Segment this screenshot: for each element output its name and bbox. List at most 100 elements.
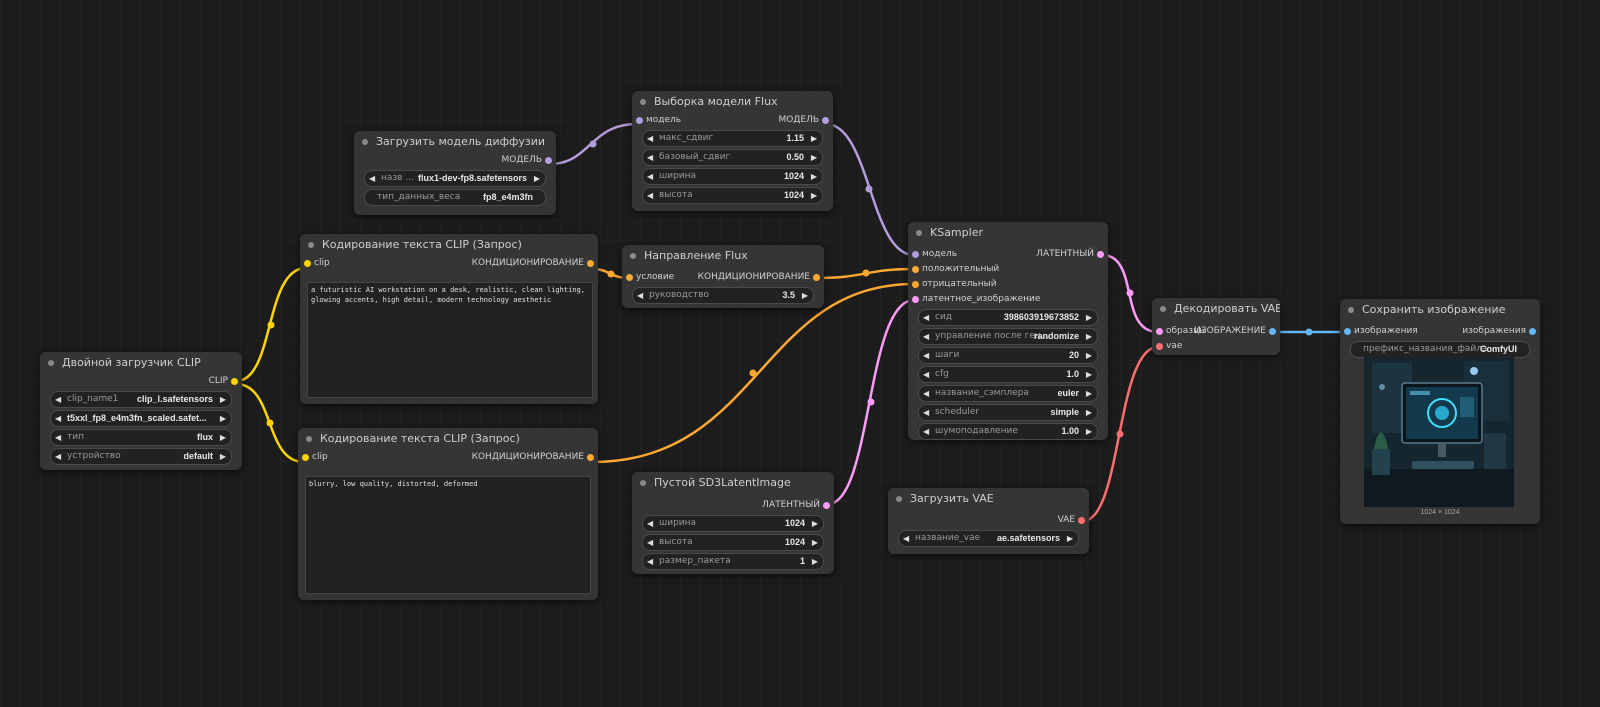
arrow-left-icon[interactable]: ◀: [923, 329, 929, 344]
node-clip-text-encode-positive[interactable]: Кодирование текста CLIP (Запрос) clip КО…: [300, 234, 598, 404]
widget-height[interactable]: ◀ высота 1024 ▶: [642, 187, 823, 204]
node-title[interactable]: Пустой SD3LatentImage: [632, 472, 834, 494]
output-port-conditioning[interactable]: [587, 454, 594, 461]
arrow-right-icon[interactable]: ▶: [1086, 310, 1092, 325]
node-title[interactable]: Кодирование текста CLIP (Запрос): [298, 428, 598, 450]
arrow-left-icon[interactable]: ◀: [923, 386, 929, 401]
node-title[interactable]: Загрузить VAE: [888, 488, 1089, 510]
arrow-right-icon[interactable]: ▶: [812, 535, 818, 550]
arrow-left-icon[interactable]: ◀: [647, 169, 653, 184]
arrow-right-icon[interactable]: ▶: [220, 411, 226, 426]
arrow-right-icon[interactable]: ▶: [1086, 329, 1092, 344]
widget-weight-dtype[interactable]: тип_данных_веса fp8_e4m3fn: [364, 189, 546, 206]
prompt-textarea[interactable]: a futuristic AI workstation on a desk, r…: [307, 282, 593, 398]
widget-clip-name1[interactable]: ◀ clip_name1 clip_l.safetensors ▶: [50, 391, 232, 408]
arrow-left-icon[interactable]: ◀: [923, 367, 929, 382]
arrow-right-icon[interactable]: ▶: [1086, 386, 1092, 401]
arrow-right-icon[interactable]: ▶: [1086, 367, 1092, 382]
widget-max-shift[interactable]: ◀ макс_сдвиг 1.15 ▶: [642, 130, 823, 147]
input-port-model[interactable]: [912, 251, 919, 258]
arrow-right-icon[interactable]: ▶: [220, 449, 226, 464]
output-port-model[interactable]: [545, 157, 552, 164]
arrow-right-icon[interactable]: ▶: [812, 516, 818, 531]
collapse-dot-icon[interactable]: [1160, 306, 1166, 312]
arrow-right-icon[interactable]: ▶: [811, 131, 817, 146]
input-port-clip[interactable]: [302, 454, 309, 461]
image-preview[interactable]: [1364, 357, 1514, 507]
arrow-left-icon[interactable]: ◀: [647, 131, 653, 146]
widget-control-after-generate[interactable]: ◀ управление после ген... randomize ▶: [918, 328, 1098, 345]
arrow-right-icon[interactable]: ▶: [220, 430, 226, 445]
collapse-dot-icon[interactable]: [896, 496, 902, 502]
widget-vae-name[interactable]: ◀ название_vae ae.safetensors ▶: [898, 530, 1079, 547]
node-title[interactable]: Направление Flux: [622, 245, 824, 267]
widget-steps[interactable]: ◀ шаги 20 ▶: [918, 347, 1098, 364]
arrow-left-icon[interactable]: ◀: [55, 411, 61, 426]
node-clip-text-encode-negative[interactable]: Кодирование текста CLIP (Запрос) clip КО…: [298, 428, 598, 600]
arrow-right-icon[interactable]: ▶: [1086, 348, 1092, 363]
arrow-right-icon[interactable]: ▶: [812, 554, 818, 569]
collapse-dot-icon[interactable]: [308, 242, 314, 248]
arrow-left-icon[interactable]: ◀: [647, 516, 653, 531]
arrow-right-icon[interactable]: ▶: [811, 188, 817, 203]
input-port-model[interactable]: [636, 117, 643, 124]
arrow-right-icon[interactable]: ▶: [220, 392, 226, 407]
widget-height[interactable]: ◀ высота 1024 ▶: [642, 534, 824, 551]
node-title[interactable]: Выборка модели Flux: [632, 91, 833, 113]
node-flux-guidance[interactable]: Направление Flux условие КОНДИЦИОНИРОВАН…: [622, 245, 824, 308]
arrow-left-icon[interactable]: ◀: [55, 392, 61, 407]
arrow-left-icon[interactable]: ◀: [923, 405, 929, 420]
input-port-samples[interactable]: [1156, 328, 1163, 335]
input-port-images[interactable]: [1344, 328, 1351, 335]
input-port-vae[interactable]: [1156, 343, 1163, 350]
collapse-dot-icon[interactable]: [640, 99, 646, 105]
arrow-left-icon[interactable]: ◀: [637, 288, 643, 303]
arrow-left-icon[interactable]: ◀: [903, 531, 909, 546]
node-flux-model-sampling[interactable]: Выборка модели Flux модель МОДЕЛЬ ◀ макс_…: [632, 91, 833, 211]
widget-denoise[interactable]: ◀ шумоподавление 1.00 ▶: [918, 423, 1098, 440]
arrow-left-icon[interactable]: ◀: [369, 171, 375, 186]
node-empty-sd3-latent-image[interactable]: Пустой SD3LatentImage ЛАТЕНТНЫЙ ◀ ширина 1…: [632, 472, 834, 574]
widget-sampler-name[interactable]: ◀ название_сэмплера euler ▶: [918, 385, 1098, 402]
output-port-image[interactable]: [1269, 328, 1276, 335]
widget-type[interactable]: ◀ тип flux ▶: [50, 429, 232, 446]
collapse-dot-icon[interactable]: [1348, 307, 1354, 313]
widget-cfg[interactable]: ◀ cfg 1.0 ▶: [918, 366, 1098, 383]
widget-filename-prefix[interactable]: префикс_названия_файла ComfyUI: [1350, 341, 1530, 358]
input-port-latent-image[interactable]: [912, 296, 919, 303]
node-title[interactable]: Декодировать VAE: [1152, 298, 1280, 320]
widget-guidance[interactable]: ◀ руководство 3.5 ▶: [632, 287, 814, 304]
prompt-textarea[interactable]: blurry, low quality, distorted, deformed: [305, 476, 591, 594]
output-port-latent[interactable]: [823, 502, 830, 509]
node-vae-decode[interactable]: Декодировать VAE образцы ИЗОБРАЖЕНИЕ vae: [1152, 298, 1280, 355]
arrow-left-icon[interactable]: ◀: [647, 150, 653, 165]
output-port-conditioning[interactable]: [587, 260, 594, 267]
widget-batch-size[interactable]: ◀ размер_пакета 1 ▶: [642, 553, 824, 570]
arrow-right-icon[interactable]: ▶: [534, 171, 540, 186]
collapse-dot-icon[interactable]: [630, 253, 636, 259]
node-title[interactable]: Двойной загрузчик CLIP: [40, 352, 242, 374]
collapse-dot-icon[interactable]: [48, 360, 54, 366]
arrow-left-icon[interactable]: ◀: [923, 310, 929, 325]
output-port-vae[interactable]: [1078, 517, 1085, 524]
input-port-negative[interactable]: [912, 281, 919, 288]
arrow-right-icon[interactable]: ▶: [1067, 531, 1073, 546]
arrow-left-icon[interactable]: ◀: [55, 430, 61, 445]
arrow-right-icon[interactable]: ▶: [811, 150, 817, 165]
output-port-clip[interactable]: [231, 378, 238, 385]
arrow-right-icon[interactable]: ▶: [802, 288, 808, 303]
arrow-right-icon[interactable]: ▶: [1086, 424, 1092, 439]
arrow-left-icon[interactable]: ◀: [647, 554, 653, 569]
collapse-dot-icon[interactable]: [640, 480, 646, 486]
widget-width[interactable]: ◀ ширина 1024 ▶: [642, 515, 824, 532]
node-title[interactable]: KSampler: [908, 222, 1108, 244]
widget-unet-name[interactable]: ◀ назв ... flux1-dev-fp8.safetensors ▶: [364, 170, 546, 187]
collapse-dot-icon[interactable]: [306, 436, 312, 442]
node-title[interactable]: Сохранить изображение: [1340, 299, 1540, 321]
arrow-left-icon[interactable]: ◀: [923, 424, 929, 439]
node-save-image[interactable]: Сохранить изображение изображения изобра…: [1340, 299, 1540, 524]
widget-clip-name2[interactable]: ◀ t5xxl_fp8_e4m3fn_scaled.safet... ▶: [50, 410, 232, 427]
output-port-latent[interactable]: [1097, 251, 1104, 258]
node-title[interactable]: Кодирование текста CLIP (Запрос): [300, 234, 598, 256]
arrow-right-icon[interactable]: ▶: [811, 169, 817, 184]
